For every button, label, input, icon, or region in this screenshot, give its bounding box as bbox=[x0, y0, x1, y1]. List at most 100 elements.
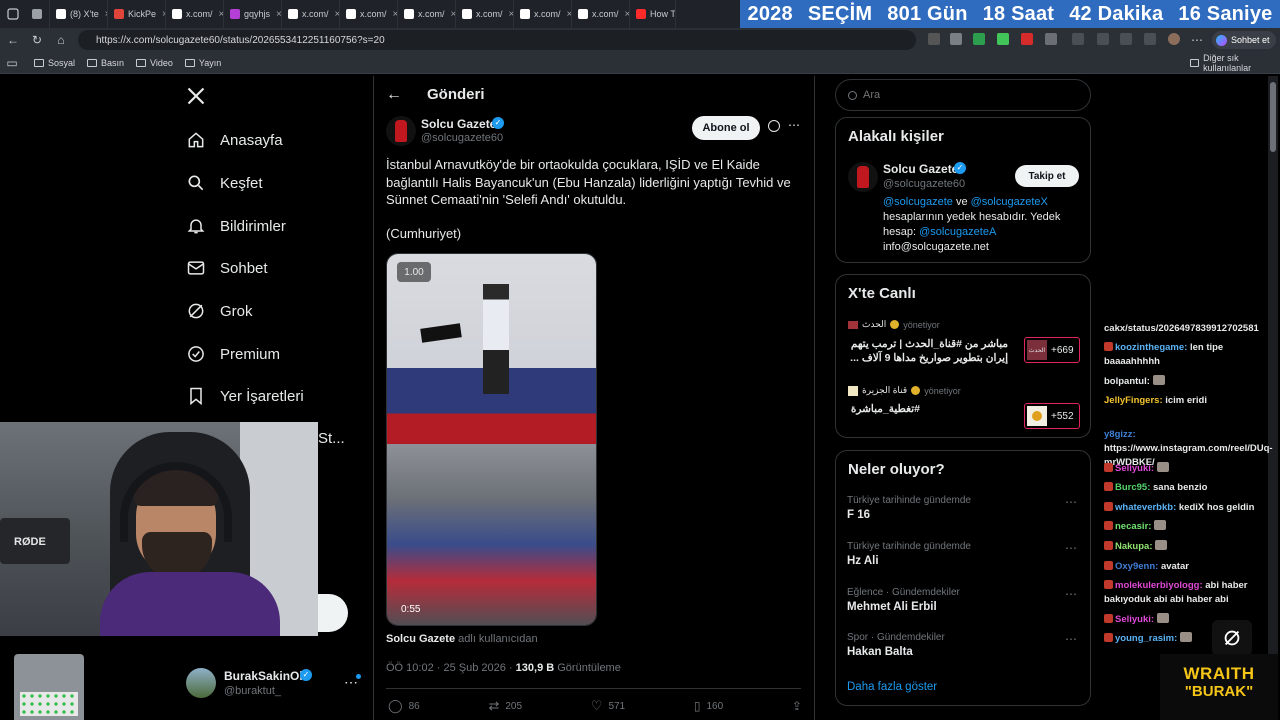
browser-tab[interactable]: x.com/× bbox=[340, 0, 398, 28]
browser-tab[interactable]: x.com/× bbox=[398, 0, 456, 28]
extension-icon[interactable] bbox=[1045, 33, 1057, 45]
back-icon[interactable]: ← bbox=[2, 29, 24, 51]
browser-tab[interactable]: x.com/× bbox=[282, 0, 340, 28]
live-item[interactable]: قناة الجزيرة yönetiyor #تغطية_مباشرة +55… bbox=[848, 385, 1084, 431]
browser-tab[interactable] bbox=[26, 0, 50, 28]
more-icon[interactable]: ⋯ bbox=[1065, 632, 1077, 646]
more-icon[interactable]: ⋯ bbox=[1065, 587, 1077, 601]
sidebar-item-messages[interactable]: Sohbet bbox=[186, 258, 268, 278]
author-name[interactable]: Solcu Gazete bbox=[421, 117, 496, 131]
other-bookmarks[interactable]: Diğer sık kullanılanlar bbox=[1190, 53, 1280, 73]
follow-button[interactable]: Takip et bbox=[1015, 165, 1079, 187]
trend-item[interactable]: Türkiye tarihinde gündemde Hz Ali ⋯ bbox=[847, 541, 1077, 567]
collections-icon[interactable]: ▭ bbox=[2, 52, 22, 74]
chat-username[interactable]: bolpantul: bbox=[1104, 376, 1150, 387]
show-more-link[interactable]: Daha fazla göster bbox=[847, 681, 937, 693]
chat-username[interactable]: Nakupa: bbox=[1115, 541, 1152, 552]
grok-icon[interactable] bbox=[768, 120, 780, 132]
tab-actions-icon[interactable] bbox=[0, 3, 26, 25]
x-logo-icon[interactable] bbox=[186, 86, 206, 111]
chat-username[interactable]: whateverbkb: bbox=[1115, 502, 1176, 513]
browser-tab[interactable]: x.com/× bbox=[572, 0, 630, 28]
profile-avatar[interactable] bbox=[1168, 33, 1180, 45]
subscribe-button[interactable]: Abone ol bbox=[692, 116, 760, 140]
bio-link[interactable]: @solcugazete bbox=[883, 196, 953, 208]
chat-username[interactable]: JellyFingers: bbox=[1104, 395, 1163, 406]
more-icon[interactable]: ⋯ bbox=[1065, 541, 1077, 555]
browser-tab[interactable]: gqyhjs × bbox=[224, 0, 282, 28]
bio-link[interactable]: @solcugazeteA bbox=[919, 226, 996, 238]
chat-username[interactable]: Seliyuki: bbox=[1115, 614, 1154, 625]
extension-icon[interactable] bbox=[997, 33, 1009, 45]
search-box[interactable] bbox=[835, 79, 1091, 111]
bookmark-folder[interactable]: Sosyal bbox=[34, 58, 75, 68]
live-thumb[interactable]: الحدث +669 bbox=[1024, 337, 1080, 363]
browser-tab[interactable]: x.com/× bbox=[456, 0, 514, 28]
trend-item[interactable]: Spor · Gündemdekiler Hakan Balta ⋯ bbox=[847, 632, 1077, 658]
author-avatar[interactable] bbox=[386, 116, 416, 146]
extension-icon[interactable] bbox=[950, 33, 962, 45]
chat-username[interactable]: koozinthegame: bbox=[1115, 342, 1187, 353]
url-bar[interactable]: https://x.com/solcugazete60/status/20265… bbox=[78, 30, 916, 50]
home-browser-icon[interactable]: ⌂ bbox=[50, 29, 72, 51]
sidebar-item-grok[interactable]: Grok bbox=[186, 301, 253, 321]
search-input[interactable] bbox=[863, 89, 1063, 101]
more-options-icon[interactable]: ⋯ bbox=[788, 118, 800, 132]
extension-icon[interactable] bbox=[1120, 33, 1132, 45]
related-handle[interactable]: @solcugazete60 bbox=[883, 178, 965, 190]
sidebar-item-bookmarks[interactable]: Yer İşaretleri bbox=[186, 386, 304, 406]
sidebar-item-premium[interactable]: Premium bbox=[186, 344, 280, 364]
trend-item[interactable]: Eğlence · Gündemdekiler Mehmet Ali Erbil… bbox=[847, 587, 1077, 613]
bookmark-folder[interactable]: Basın bbox=[87, 58, 124, 68]
share-button[interactable]: ⇪ bbox=[792, 698, 802, 714]
extension-icon[interactable] bbox=[1144, 33, 1156, 45]
chat-username[interactable]: young_rasim: bbox=[1115, 633, 1177, 644]
close-tab-icon[interactable]: × bbox=[276, 9, 281, 20]
bio-link[interactable]: @solcugazeteX bbox=[971, 196, 1048, 208]
sidebar-item-notifications[interactable]: Bildirimler bbox=[186, 216, 286, 236]
more-icon[interactable]: ⋯ bbox=[1065, 495, 1077, 509]
more-menu-icon[interactable]: ⋯ bbox=[1186, 29, 1208, 51]
chat-username[interactable]: necasir: bbox=[1115, 521, 1151, 532]
chat-username[interactable]: Seliyuki: bbox=[1115, 463, 1154, 474]
scrollbar-thumb[interactable] bbox=[1270, 82, 1276, 152]
browser-tab[interactable]: How To bbox=[630, 0, 676, 28]
related-name[interactable]: Solcu Gazete bbox=[883, 162, 958, 176]
account-switcher[interactable]: BurakSakinOl ✓ @buraktut_ ⋯ bbox=[186, 668, 364, 702]
live-item[interactable]: الحدث yönetiyor مباشر من #قناة_الحدث | ت… bbox=[848, 319, 1084, 367]
favorites-icon[interactable] bbox=[1097, 33, 1109, 45]
sidebar-item-home[interactable]: Anasayfa bbox=[186, 130, 283, 150]
post-button-partial[interactable] bbox=[318, 594, 348, 632]
back-arrow-icon[interactable]: ← bbox=[386, 86, 402, 104]
speed-badge[interactable]: 1.00 bbox=[397, 262, 431, 282]
sidebar-item-partial[interactable]: St... bbox=[318, 430, 345, 447]
related-avatar[interactable] bbox=[848, 162, 878, 192]
chat-username[interactable]: Oxy9enn: bbox=[1115, 561, 1158, 572]
copilot-button[interactable]: Sohbet et bbox=[1212, 31, 1276, 49]
extension-icon[interactable] bbox=[1021, 33, 1033, 45]
trend-item[interactable]: Türkiye tarihinde gündemde F 16 ⋯ bbox=[847, 495, 1077, 521]
extension-icon[interactable] bbox=[1072, 33, 1084, 45]
attribution-name[interactable]: Solcu Gazete bbox=[386, 633, 455, 645]
bookmark-folder[interactable]: Video bbox=[136, 58, 173, 68]
extension-icon[interactable] bbox=[973, 33, 985, 45]
post-timestamp[interactable]: ÖÖ 10:02 · 25 Şub 2026 · bbox=[386, 662, 513, 674]
browser-tab[interactable]: x.com/× bbox=[514, 0, 572, 28]
browser-tab[interactable]: (8) X'te× bbox=[50, 0, 108, 28]
browser-tab[interactable]: KickPe× bbox=[108, 0, 166, 28]
chat-username[interactable]: y8gizz: bbox=[1104, 429, 1136, 440]
live-thumb[interactable]: +552 bbox=[1024, 403, 1080, 429]
reload-icon[interactable]: ↻ bbox=[26, 29, 48, 51]
like-button[interactable]: ♡ 571 bbox=[591, 698, 625, 714]
bookmark-button[interactable]: ▯ 160 bbox=[694, 698, 723, 714]
post-video[interactable]: 1.00 0:55 bbox=[386, 253, 597, 626]
chat-username[interactable]: Burc95: bbox=[1115, 482, 1150, 493]
extension-icon[interactable] bbox=[928, 33, 940, 45]
author-handle[interactable]: @solcugazete60 bbox=[421, 132, 503, 144]
sidebar-item-explore[interactable]: Keşfet bbox=[186, 173, 263, 193]
bookmark-folder[interactable]: Yayın bbox=[184, 58, 221, 68]
repost-button[interactable]: ⇄ 205 bbox=[488, 698, 522, 714]
chat-username[interactable]: molekulerbiyologg: bbox=[1115, 580, 1203, 591]
browser-tab[interactable]: x.com/× bbox=[166, 0, 224, 28]
reply-button[interactable]: ◯ 86 bbox=[388, 698, 420, 714]
